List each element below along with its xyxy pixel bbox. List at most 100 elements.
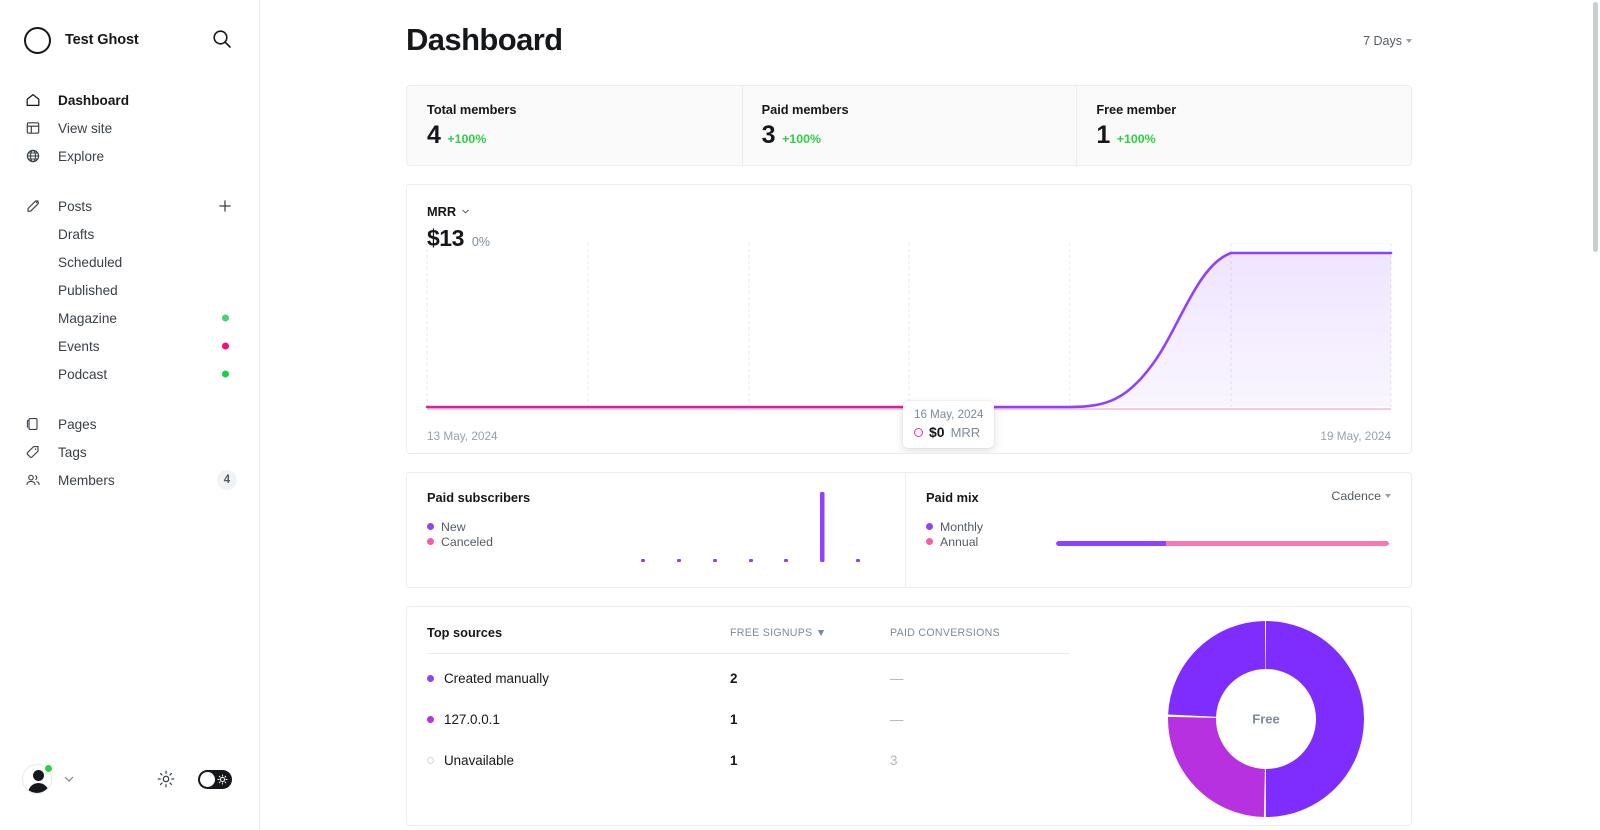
- chevron-down-icon: [1406, 39, 1412, 43]
- paid-mix-stacked-bar[interactable]: [1056, 541, 1389, 546]
- column-header-paid-conversions[interactable]: PAID CONVERSIONS: [890, 627, 1070, 639]
- source-name-cell: 127.0.0.1: [427, 712, 730, 727]
- sidebar-item-label: Explore: [58, 148, 105, 164]
- sidebar-item-label: Magazine: [58, 310, 117, 326]
- paid-mix-panel: Paid mix Cadence Monthly Annual: [905, 472, 1412, 588]
- table-row[interactable]: Unavailable 1 3: [427, 744, 1070, 777]
- page-title: Dashboard: [406, 22, 563, 57]
- online-status-dot: [44, 764, 53, 773]
- legend-label: Canceled: [441, 534, 493, 549]
- mrr-card: MRR $13 0% 13 May, 2024 19 May, 2024 16 …: [406, 184, 1412, 454]
- legend-dot: [427, 538, 434, 545]
- sidebar-item-label: Pages: [58, 416, 97, 432]
- source-name-cell: Created manually: [427, 671, 730, 686]
- gear-icon[interactable]: [156, 769, 176, 789]
- sidebar-item-label: Scheduled: [58, 254, 123, 270]
- source-name-cell: Unavailable: [427, 753, 730, 768]
- mix-segment-monthly: [1056, 541, 1166, 546]
- stats-row: Total members 4 +100% Paid members 3 +10…: [406, 85, 1412, 167]
- legend-dot: [926, 538, 933, 545]
- globe-icon: [24, 147, 42, 165]
- search-icon[interactable]: [211, 28, 233, 50]
- members-icon: [24, 471, 42, 489]
- top-sources-title: Top sources: [427, 625, 503, 640]
- table-row[interactable]: Created manually 2 —: [427, 662, 1070, 695]
- sidebar-item-label: View site: [58, 120, 113, 136]
- sidebar-item-label: Podcast: [58, 366, 108, 382]
- source-color-dot: [427, 757, 434, 764]
- paid-conversions-cell: 3: [890, 753, 898, 768]
- sidebar-item-drafts[interactable]: Drafts: [0, 220, 259, 248]
- sidebar-item-posts[interactable]: Posts: [0, 192, 259, 220]
- stat-paid-members[interactable]: Paid members 3 +100%: [741, 86, 1077, 167]
- ghost-admin-app: Test Ghost Dashboard View site Explore P…: [0, 0, 1600, 830]
- pages-icon: [24, 415, 42, 433]
- table-row[interactable]: 127.0.0.1 1 —: [427, 703, 1070, 736]
- top-sources-table: Top sources FREE SIGNUPS ▼ PAID CONVERSI…: [407, 607, 1070, 777]
- sidebar-item-label: Posts: [58, 198, 92, 214]
- sidebar-item-pages[interactable]: Pages: [0, 410, 259, 438]
- sidebar-item-label: Members: [58, 472, 115, 488]
- free-signups-cell: 1: [730, 712, 738, 727]
- home-icon: [24, 91, 42, 109]
- paid-conversions-cell: —: [890, 671, 904, 686]
- source-color-dot: [427, 675, 434, 682]
- dark-mode-toggle[interactable]: [198, 769, 232, 789]
- status-dot: [222, 342, 229, 350]
- sidebar-item-label: Published: [58, 282, 118, 298]
- mrr-title-label: MRR: [427, 204, 457, 219]
- site-title: Test Ghost: [65, 32, 139, 48]
- sidebar-item-podcast[interactable]: Podcast: [0, 360, 259, 388]
- chevron-down-icon: [1385, 494, 1391, 498]
- date-range-label: 7 Days: [1363, 34, 1402, 48]
- cadence-label: Cadence: [1331, 489, 1381, 503]
- vertical-scrollbar[interactable]: [1593, 2, 1598, 252]
- sidebar-item-dashboard[interactable]: Dashboard: [0, 86, 259, 114]
- chart-tooltip: 16 May, 2024 $0 MRR: [903, 401, 995, 448]
- plus-icon[interactable]: [217, 198, 233, 214]
- sidebar-item-tags[interactable]: Tags: [0, 438, 259, 466]
- stat-delta: +100%: [1116, 132, 1156, 146]
- sidebar-item-published[interactable]: Published: [0, 276, 259, 304]
- tooltip-date: 16 May, 2024: [914, 408, 984, 421]
- nav-group-primary: Dashboard View site Explore: [0, 86, 259, 170]
- page-header: Dashboard 7 Days: [260, 0, 1600, 58]
- mrr-change: 0%: [471, 235, 490, 249]
- stat-label: Free member: [1096, 102, 1177, 117]
- top-sources-donut-chart[interactable]: Free: [1168, 621, 1364, 817]
- mrr-start-date: 13 May, 2024: [427, 429, 498, 443]
- top-sources-card: Top sources FREE SIGNUPS ▼ PAID CONVERSI…: [406, 606, 1412, 826]
- source-color-dot: [427, 716, 434, 723]
- donut-center-label: Free: [1252, 711, 1280, 727]
- source-name: 127.0.0.1: [444, 712, 500, 727]
- nav-group-posts: Posts Drafts Scheduled Published Magazin…: [0, 192, 259, 388]
- column-header-free-signups[interactable]: FREE SIGNUPS ▼: [730, 627, 890, 639]
- stat-total-members[interactable]: Total members 4 +100%: [407, 86, 742, 165]
- paid-subscribers-bar-chart[interactable]: [617, 483, 893, 587]
- main-content: Dashboard 7 Days Total members 4 +100% P…: [260, 0, 1600, 830]
- date-range-dropdown[interactable]: 7 Days: [1363, 34, 1412, 48]
- sidebar-item-label: Drafts: [58, 226, 95, 242]
- sidebar-item-members[interactable]: Members 4: [0, 466, 259, 494]
- edit-icon: [24, 197, 42, 215]
- sidebar-item-events[interactable]: Events: [0, 332, 259, 360]
- sun-icon: [217, 773, 228, 785]
- sidebar-item-magazine[interactable]: Magazine: [0, 304, 259, 332]
- sidebar-item-explore[interactable]: Explore: [0, 142, 259, 170]
- nav-group-secondary: Pages Tags Members 4: [0, 410, 259, 494]
- avatar[interactable]: [22, 764, 53, 794]
- stat-delta: +100%: [782, 132, 822, 146]
- mix-segment-annual: [1165, 541, 1389, 546]
- chevron-down-icon[interactable]: [62, 772, 76, 786]
- legend-label: Annual: [940, 534, 979, 549]
- mrr-metric-dropdown[interactable]: MRR: [427, 204, 470, 219]
- paid-conversions-cell: —: [890, 712, 904, 727]
- free-signups-cell: 1: [730, 753, 738, 768]
- cadence-dropdown[interactable]: Cadence: [1331, 489, 1391, 503]
- sidebar-item-scheduled[interactable]: Scheduled: [0, 248, 259, 276]
- status-dot: [222, 314, 229, 322]
- subscribers-mix-row: Paid subscribers New Canceled Paid mix C…: [406, 472, 1412, 588]
- stat-free-members[interactable]: Free member 1 +100%: [1076, 86, 1411, 167]
- chevron-down-icon: [461, 207, 470, 216]
- sidebar-item-view-site[interactable]: View site: [0, 114, 259, 142]
